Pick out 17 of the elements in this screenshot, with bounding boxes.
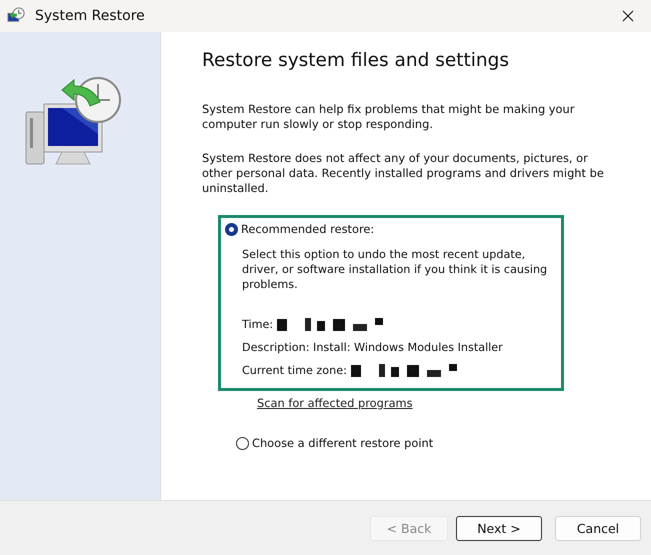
option-description: Select this option to undo the most recent update, driver, or software installation if you think it is causing problems. [242, 247, 548, 292]
radio-button[interactable] [225, 223, 238, 236]
restore-icon [7, 7, 25, 25]
detail-text: Time: [242, 316, 274, 332]
info-paragraph: System Restore can help fix problems that might be making your computer run slowly or stop responding. [202, 102, 576, 132]
option-label[interactable]: Choose a different restore point [252, 436, 434, 451]
close-icon [622, 10, 634, 22]
scan-link[interactable]: Scan for affected programs [257, 396, 413, 411]
detail-text: Current time zone: [242, 362, 347, 378]
option-label[interactable]: Recommended restore: [241, 222, 374, 237]
dialog-button[interactable]: Next > [456, 516, 542, 540]
radio-button[interactable] [236, 437, 249, 450]
detail-text: Description: Install: Windows Modules Installer [242, 340, 503, 354]
page-heading: Restore system files and settings [202, 53, 510, 68]
window-title: System Restore [35, 8, 146, 24]
info-paragraph: System Restore does not affect any of your documents, pictures, or other personal data. Recently installed programs and drivers might be uninstalled. [202, 151, 605, 196]
dialog-button[interactable]: Cancel [555, 516, 641, 540]
